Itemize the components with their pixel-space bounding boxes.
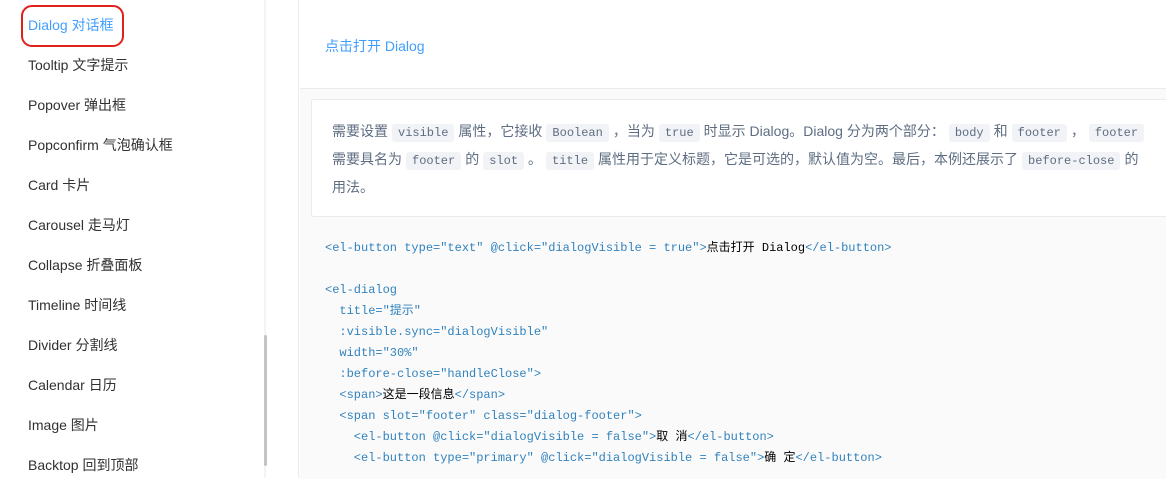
demo-source: 点击打开 Dialog — [300, 0, 1166, 89]
sidebar-item-timeline[interactable]: Timeline 时间线 — [28, 295, 126, 315]
sidebar-item-tooltip[interactable]: Tooltip 文字提示 — [28, 55, 128, 75]
code-attr: title="提示" — [325, 304, 422, 318]
demo-block: 点击打开 Dialog 需要设置 visible 属性，它接收 Boolean ，当为 t… — [298, 0, 1166, 479]
code-tag: </span> — [454, 388, 506, 402]
desc-text: 和 — [993, 123, 1008, 139]
demo-meta: 需要设置 visible 属性，它接收 Boolean ，当为 true 时显示 Dialo… — [300, 89, 1166, 479]
code-text: 取 消 — [656, 430, 688, 444]
desc-text: ， — [1070, 123, 1085, 139]
desc-text: 属性用于定义标题，它是可选的，默认值为空。最后，本例还展示了 — [598, 151, 1019, 167]
sidebar-item-image[interactable]: Image 图片 — [28, 415, 99, 435]
desc-text: 需要具名为 — [332, 151, 402, 167]
code-tag: <el-button type="text" @click="dialogVis… — [325, 241, 707, 255]
code-tag: <el-button type="primary" @click="dialog… — [325, 451, 765, 465]
sidebar-scrollbar-thumb[interactable] — [264, 335, 267, 466]
code-tag: <el-dialog — [325, 283, 398, 297]
open-dialog-button[interactable]: 点击打开 Dialog — [325, 36, 425, 56]
code-text: 这是一段信息 — [382, 388, 455, 402]
demo-description: 需要设置 visible 属性，它接收 Boolean ，当为 true 时显示 Dialo… — [311, 99, 1166, 217]
main-content: 点击打开 Dialog 需要设置 visible 属性，它接收 Boolean ，当为 t… — [298, 0, 1166, 479]
sidebar-item-popover[interactable]: Popover 弹出框 — [28, 95, 126, 115]
desc-text: 的 — [465, 151, 480, 167]
code-attr: :before-close="handleClose"> — [325, 367, 542, 381]
code-tag: </el-button> — [687, 430, 774, 444]
inline-code: title — [546, 152, 595, 170]
inline-code: visible — [392, 124, 455, 142]
code-attr: :visible.sync="dialogVisible" — [325, 325, 549, 339]
code-example: <el-button type="text" @click="dialogVis… — [325, 238, 892, 469]
inline-code: slot — [483, 152, 525, 170]
code-text: 确 定 — [764, 451, 796, 465]
code-tag: </el-button> — [795, 451, 882, 465]
inline-code: Boolean — [546, 124, 609, 142]
sidebar-item-backtop[interactable]: Backtop 回到顶部 — [28, 455, 138, 475]
inline-code: body — [948, 124, 990, 142]
sidebar-item-collapse[interactable]: Collapse 折叠面板 — [28, 255, 142, 275]
sidebar-item-dialog[interactable]: Dialog 对话框 — [28, 15, 114, 35]
inline-code: footer — [1088, 124, 1145, 142]
inline-code: before-close — [1022, 152, 1121, 170]
code-tag: </el-button> — [805, 241, 892, 255]
desc-text: 时显示 Dialog。Dialog 分为两个部分： — [703, 123, 945, 139]
code-text: 点击打开 Dialog — [706, 241, 806, 255]
desc-text: 需要设置 — [332, 123, 388, 139]
inline-code: footer — [406, 152, 462, 170]
sidebar-item-calendar[interactable]: Calendar 日历 — [28, 375, 117, 395]
inline-code: footer — [1011, 124, 1067, 142]
sidebar-item-divider[interactable]: Divider 分割线 — [28, 335, 117, 355]
code-tag: <el-button @click="dialogVisible = false… — [325, 430, 657, 444]
sidebar-item-popconfirm[interactable]: Popconfirm 气泡确认框 — [28, 135, 173, 155]
inline-code: true — [658, 124, 700, 142]
sidebar-item-carousel[interactable]: Carousel 走马灯 — [28, 215, 130, 235]
sidebar-nav: Dialog 对话框 Tooltip 文字提示 Popover 弹出框 Popc… — [0, 0, 266, 478]
desc-text: 属性，它接收 — [458, 123, 543, 139]
desc-text: 。 — [528, 151, 543, 167]
code-attr: width="30%" — [325, 346, 419, 360]
code-tag: <span slot="footer" class="dialog-footer… — [325, 409, 642, 423]
sidebar-item-card[interactable]: Card 卡片 — [28, 175, 90, 195]
desc-text: ，当为 — [612, 123, 655, 139]
code-tag: <span> — [325, 388, 383, 402]
